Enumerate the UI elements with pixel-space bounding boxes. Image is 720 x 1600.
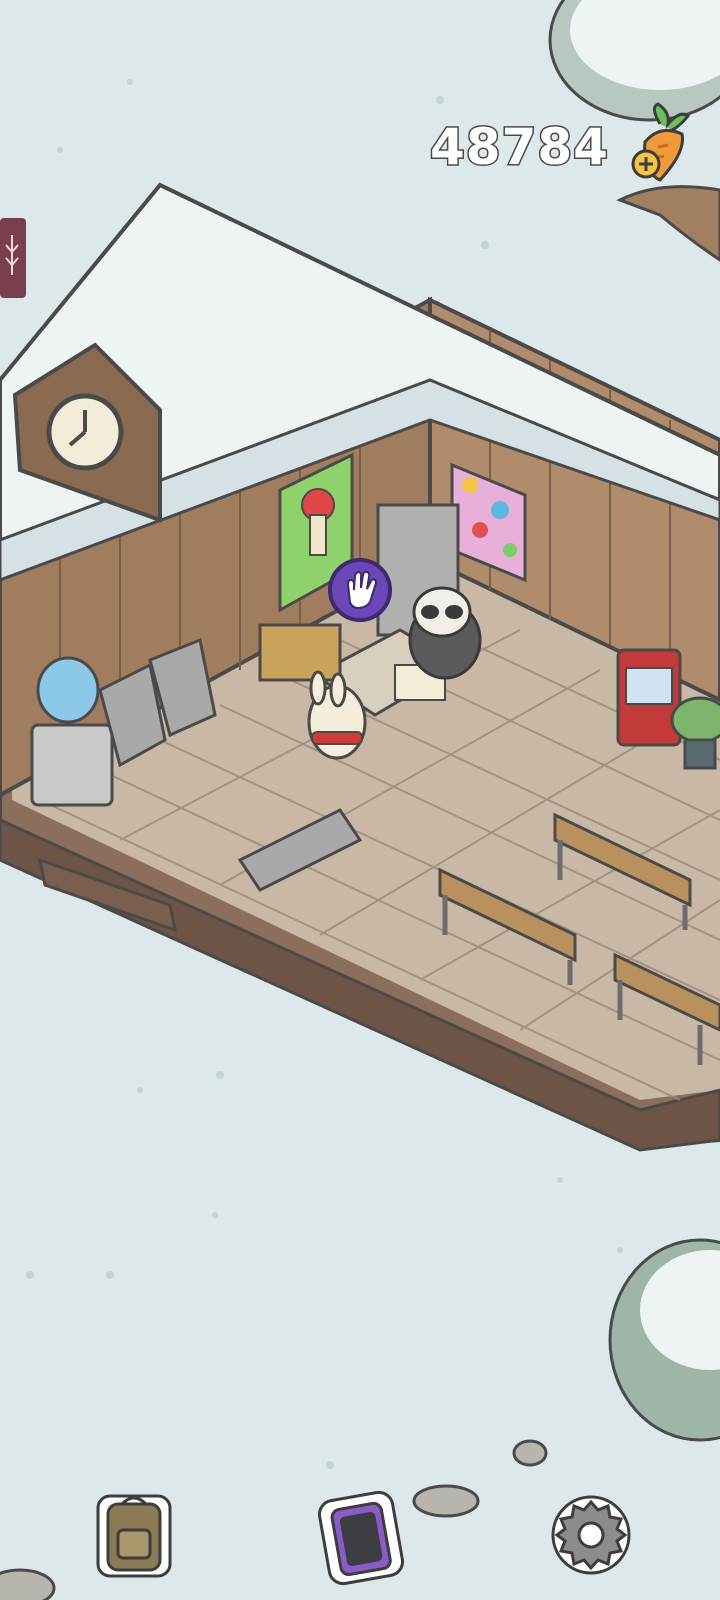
carrot-counter: 48784 (429, 112, 630, 182)
plus-icon (631, 149, 661, 179)
backpack-icon (96, 1494, 172, 1578)
carrot-count-value: 48784 (429, 117, 610, 178)
backpack-button[interactable] (92, 1490, 176, 1580)
phone-button[interactable] (317, 1490, 405, 1586)
gear-icon (551, 1495, 631, 1575)
interact-button[interactable] (326, 556, 394, 624)
phone-icon (317, 1490, 405, 1586)
snowy-bush-bottom (608, 1238, 720, 1442)
gacha-machine (616, 648, 682, 747)
side-tab (0, 218, 26, 298)
settings-button[interactable] (548, 1492, 634, 1578)
add-carrots-button[interactable] (630, 102, 700, 190)
game-scene (0, 0, 720, 1600)
hand-icon (328, 558, 392, 622)
